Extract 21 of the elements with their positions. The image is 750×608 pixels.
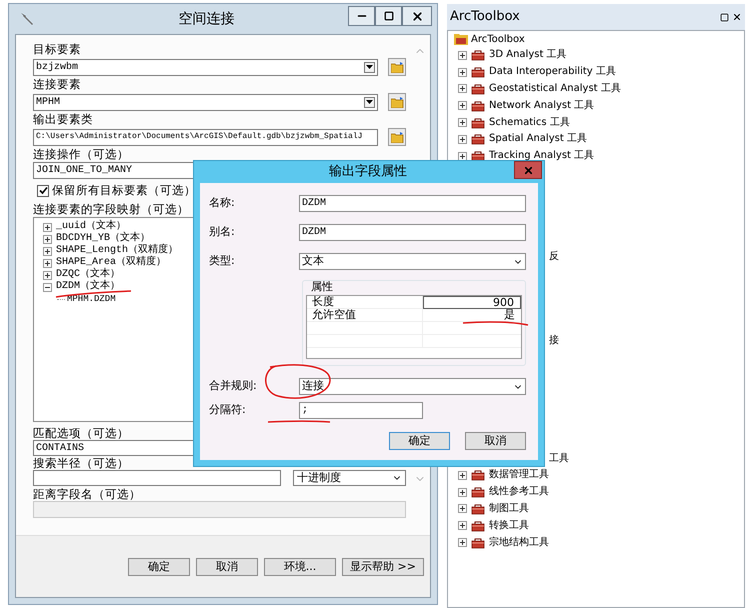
field-label: 名称: (209, 195, 236, 212)
field-label: 连接要素的字段映射（可选） (33, 203, 190, 216)
field-label: 类型: (209, 253, 236, 270)
window-title: 空间连接 (178, 10, 234, 28)
group-title: 属性 (311, 280, 334, 294)
field-label: 别名: (209, 224, 236, 240)
field-label: 匹配选项（可选） (33, 427, 130, 440)
field-label: 分隔符: (209, 402, 247, 418)
field-label: 目标要素 (33, 43, 82, 56)
table-cell: 允许空值 (312, 309, 356, 321)
panel-title: ArcToolbox (450, 8, 520, 26)
field-label: 输出要素类 (33, 113, 94, 126)
field-label: 合并规则: (209, 378, 258, 394)
field-label: 搜索半径（可选） (33, 457, 130, 470)
table-cell-text: 是 (504, 309, 516, 321)
field-label: 连接要素 (33, 78, 82, 91)
field-label: 保留所有目标要素（可选） (52, 184, 196, 197)
table-cell: 长度 (312, 296, 334, 308)
dialog-title: 输出字段属性 (328, 163, 408, 182)
field-label: 连接操作（可选） (33, 148, 130, 161)
field-label: 距离字段名（可选） (33, 488, 142, 501)
